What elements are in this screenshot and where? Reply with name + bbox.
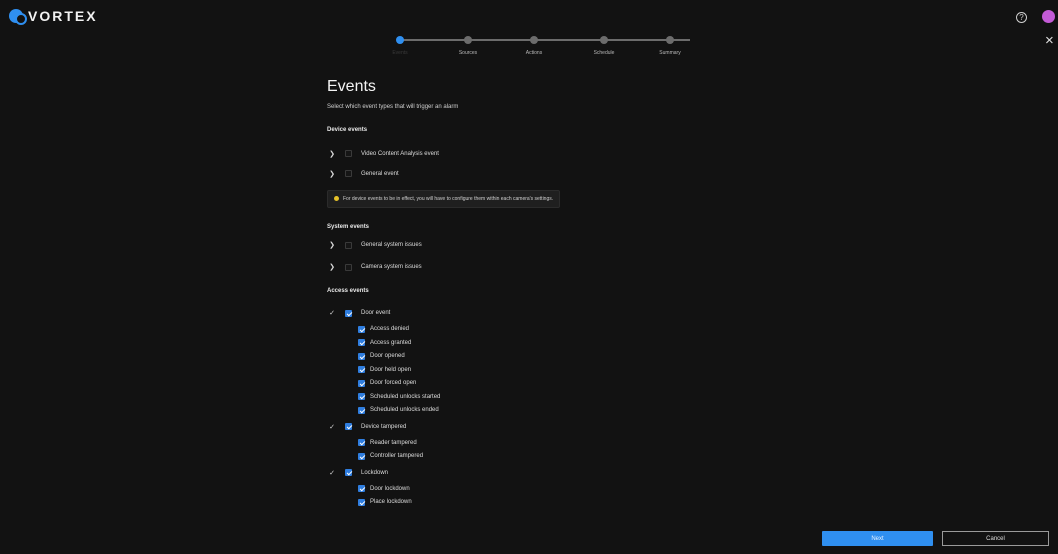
event-label: Scheduled unlocks started (370, 393, 441, 400)
step-label-sources: Sources (458, 50, 478, 56)
checkbox[interactable] (345, 309, 352, 317)
checkbox[interactable] (345, 263, 352, 271)
stepper-track (400, 39, 690, 41)
checkbox[interactable] (358, 393, 365, 401)
checkbox[interactable] (358, 366, 365, 374)
list-item[interactable]: Controller tampered (327, 450, 657, 464)
event-label: Door held open (370, 366, 412, 373)
event-label: Scheduled unlocks ended (370, 407, 439, 414)
list-item[interactable]: Access denied (327, 323, 657, 337)
event-label: General system issues (361, 242, 422, 248)
events-form: Events Select which event types that wil… (327, 78, 657, 509)
step-dot-actions (530, 36, 538, 44)
event-label: Reader tampered (370, 439, 417, 446)
checkbox[interactable] (345, 469, 352, 476)
system-events-heading: System events (327, 223, 370, 230)
list-item[interactable]: Door lockdown (327, 482, 657, 496)
checkbox[interactable] (358, 379, 365, 387)
chevron-right-icon[interactable]: ❯ (327, 150, 337, 158)
step-label-events: Events (392, 50, 408, 56)
chevron-down-icon[interactable]: ✓ (327, 309, 337, 317)
checkbox[interactable] (358, 339, 365, 347)
chevron-right-icon[interactable]: ❯ (327, 170, 337, 178)
access-events-heading: Access events (327, 287, 369, 294)
chevron-down-icon[interactable]: ✓ (327, 469, 337, 477)
chevron-right-icon[interactable]: ❯ (327, 241, 337, 249)
list-item[interactable]: Place lockdown (327, 496, 657, 510)
event-label: General event (361, 170, 399, 177)
list-item[interactable]: Door forced open (327, 377, 657, 391)
close-icon[interactable]: × (1045, 33, 1054, 48)
checkbox[interactable] (358, 452, 365, 460)
help-icon[interactable]: ? (1016, 12, 1027, 23)
checkbox[interactable] (358, 485, 365, 493)
checkbox[interactable] (358, 498, 365, 506)
vortex-logo-icon (9, 9, 27, 25)
event-row-general-system[interactable]: ❯ General system issues (327, 239, 657, 252)
list-item[interactable]: Scheduled unlocks ended (327, 404, 657, 418)
checkbox[interactable] (358, 325, 365, 333)
event-label: Door lockdown (370, 485, 410, 492)
event-label: Video Content Analysis event (361, 150, 439, 157)
app-logo: VORTEX (9, 8, 98, 25)
avatar[interactable] (1042, 10, 1055, 23)
step-dot-schedule (600, 36, 608, 44)
list-item[interactable]: Door held open (327, 363, 657, 377)
step-dot-summary (666, 36, 674, 44)
list-item[interactable]: Access granted (327, 336, 657, 350)
step-label-summary: Summary (659, 50, 681, 56)
event-row-camera-system[interactable]: ❯ Camera system issues (327, 261, 657, 274)
event-row-general[interactable]: ❯ General event (327, 167, 657, 180)
wizard-stepper: Events Sources Actions Schedule Summary (385, 36, 705, 66)
step-label-schedule: Schedule (593, 50, 615, 56)
step-dot-sources (464, 36, 472, 44)
notice-text: For device events to be in effect, you w… (343, 195, 554, 202)
event-label: Door forced open (370, 380, 417, 387)
logo-text: VORTEX (28, 8, 98, 24)
event-label: Lockdown (361, 469, 389, 476)
list-item[interactable]: Reader tampered (327, 436, 657, 450)
cancel-button[interactable]: Cancel (942, 531, 1049, 546)
list-item[interactable]: Scheduled unlocks started (327, 390, 657, 404)
warning-icon (334, 196, 339, 201)
event-label: Device tampered (361, 423, 407, 430)
checkbox[interactable] (358, 406, 365, 414)
page-subtitle: Select which event types that will trigg… (327, 104, 459, 110)
device-events-heading: Device events (327, 127, 368, 133)
list-item[interactable]: Door opened (327, 350, 657, 364)
checkbox[interactable] (345, 241, 352, 249)
next-button[interactable]: Next (822, 531, 933, 546)
event-label: Camera system issues (361, 264, 422, 270)
event-label: Controller tampered (370, 453, 424, 460)
chevron-down-icon[interactable]: ✓ (327, 423, 337, 431)
step-label-actions: Actions (525, 50, 543, 56)
page-title: Events (327, 78, 376, 95)
event-label: Access denied (370, 326, 410, 333)
checkbox[interactable] (358, 439, 365, 447)
chevron-right-icon[interactable]: ❯ (327, 263, 337, 271)
checkbox[interactable] (345, 423, 352, 430)
checkbox[interactable] (345, 150, 352, 157)
event-label: Door event (361, 310, 391, 316)
event-group-door[interactable]: ✓ Door event (327, 307, 657, 320)
event-label: Access granted (370, 339, 412, 346)
event-group-lockdown[interactable]: ✓ Lockdown (327, 466, 657, 479)
checkbox[interactable] (345, 170, 352, 177)
device-events-notice: For device events to be in effect, you w… (327, 189, 561, 208)
event-label: Place lockdown (370, 499, 412, 506)
checkbox[interactable] (358, 352, 365, 360)
event-group-device-tampered[interactable]: ✓ Device tampered (327, 420, 657, 433)
step-dot-events (396, 36, 404, 44)
event-row-vca[interactable]: ❯ Video Content Analysis event (327, 147, 657, 160)
event-label: Door opened (370, 353, 405, 360)
